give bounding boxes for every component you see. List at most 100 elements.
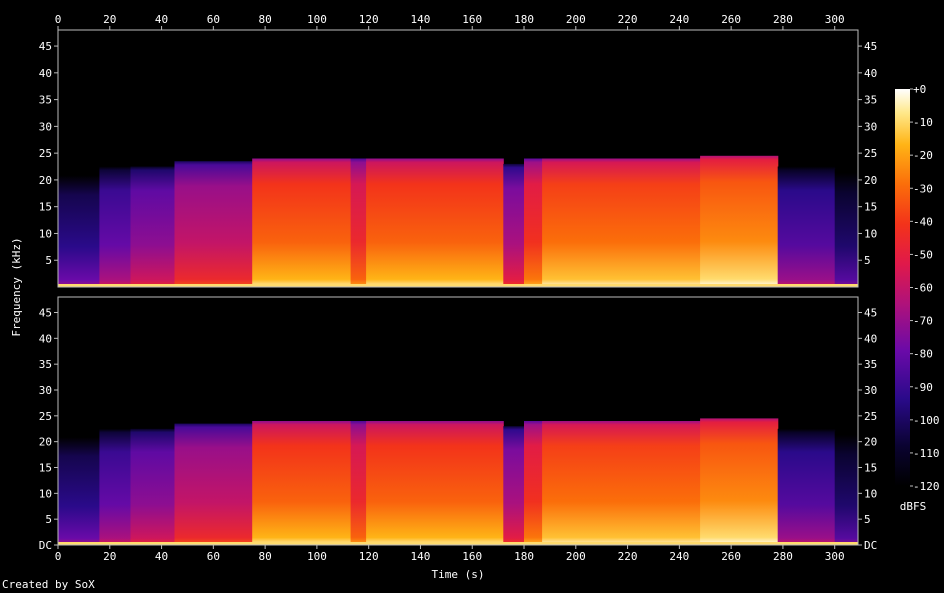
x-axis-label: Time (s) <box>432 568 485 581</box>
colorbar-tick-label: -40 <box>913 215 933 228</box>
x-tick-label: 200 <box>566 13 586 26</box>
y-tick-label: 35 <box>39 94 52 107</box>
y-tick-label: 10 <box>39 227 52 240</box>
y-tick-label: 20 <box>39 174 52 187</box>
channel-2-segment <box>524 421 543 545</box>
x-tick-label: 300 <box>825 13 845 26</box>
channel-1-segment <box>350 158 367 287</box>
y-tick-label: 40 <box>864 67 877 80</box>
y-tick-label: 30 <box>39 384 52 397</box>
x-tick-label: 60 <box>207 13 220 26</box>
x-tick-label: 80 <box>258 550 271 563</box>
y-tick-label: 15 <box>864 462 877 475</box>
x-tick-label: 180 <box>514 550 534 563</box>
x-tick-label: 80 <box>258 13 271 26</box>
colorbar-tick-label: -50 <box>913 248 933 261</box>
created-by-credit: Created by SoX <box>2 578 95 591</box>
y-tick-label: 5 <box>45 513 52 526</box>
x-tick-label: 240 <box>669 550 689 563</box>
x-tick-label: 40 <box>155 550 168 563</box>
x-tick-label: 140 <box>411 13 431 26</box>
channel-1-segment <box>777 166 836 287</box>
x-tick-label: 260 <box>721 550 741 563</box>
channel-2-panel <box>58 297 859 546</box>
x-tick-label: 0 <box>55 550 62 563</box>
channel-2-segment <box>58 433 100 545</box>
channel-1-segment <box>130 166 175 287</box>
x-tick-label: 160 <box>462 550 482 563</box>
y-tick-label: 5 <box>864 513 871 526</box>
x-tick-label: 240 <box>669 13 689 26</box>
x-tick-label: 100 <box>307 550 327 563</box>
x-tick-label: 260 <box>721 13 741 26</box>
channel-1-segment <box>58 171 100 287</box>
channel-1-segment <box>834 169 859 287</box>
channel-2-segment <box>99 428 131 546</box>
x-tick-label: 200 <box>566 550 586 563</box>
y-tick-label: DC <box>864 539 877 552</box>
channel-2-segment <box>503 426 525 545</box>
colorbar-tick-label: -90 <box>913 381 933 394</box>
y-tick-label: 25 <box>39 147 52 160</box>
x-tick-label: 120 <box>359 550 379 563</box>
y-tick-label: 35 <box>39 358 52 371</box>
y-axis-label: Frequency (kHz) <box>10 237 23 336</box>
y-tick-label: 35 <box>864 94 877 107</box>
colorbar-gradient <box>895 89 910 486</box>
colorbar-tick-label: -60 <box>913 282 933 295</box>
colorbar-tick-label: -110 <box>913 447 940 460</box>
colorbar-tick-label: -100 <box>913 414 940 427</box>
colorbar-tick-label: -20 <box>913 149 933 162</box>
y-tick-label: 40 <box>39 67 52 80</box>
y-tick-label: 45 <box>864 307 877 320</box>
colorbar-tick-label: -10 <box>913 116 933 129</box>
spectrogram-panels <box>58 30 859 546</box>
y-tick-label: 20 <box>864 174 877 187</box>
x-tick-label: 280 <box>773 13 793 26</box>
channel-1-segment <box>252 158 352 287</box>
channel-2-segment <box>350 421 367 545</box>
y-tick-label: 10 <box>39 487 52 500</box>
channel-2-segment <box>700 418 779 545</box>
channel-1-segment <box>542 158 701 287</box>
y-tick-label: 25 <box>864 147 877 160</box>
colorbar-tick-label: -30 <box>913 182 933 195</box>
channel-2-segment <box>834 431 859 545</box>
y-tick-label: 15 <box>39 201 52 214</box>
y-tick-label: 40 <box>39 332 52 345</box>
y-tick-label: 30 <box>864 120 877 133</box>
y-tick-label: 20 <box>864 436 877 449</box>
x-tick-label: 280 <box>773 550 793 563</box>
channel-1-segment <box>503 163 525 287</box>
y-tick-label: 5 <box>864 254 871 267</box>
channel-1-panel <box>58 30 859 287</box>
colorbar-tick-label: -80 <box>913 348 933 361</box>
y-tick-label: 35 <box>864 358 877 371</box>
y-tick-label: 40 <box>864 332 877 345</box>
x-tick-label: 220 <box>618 550 638 563</box>
channel-2-segment <box>174 423 253 545</box>
x-tick-label: 40 <box>155 13 168 26</box>
x-tick-label: 300 <box>825 550 845 563</box>
y-tick-label: 10 <box>864 487 877 500</box>
x-tick-label: 160 <box>462 13 482 26</box>
x-tick-label: 20 <box>103 13 116 26</box>
channel-1-segment <box>700 155 779 287</box>
x-tick-label: 220 <box>618 13 638 26</box>
y-tick-label: 25 <box>864 410 877 423</box>
y-tick-label: 30 <box>864 384 877 397</box>
y-tick-label: 45 <box>39 307 52 320</box>
x-tick-label: 180 <box>514 13 534 26</box>
colorbar: +0 -10 -20 -30 -40 -50 -60 -70 -80 -90 -100 -110 -12… <box>895 83 940 513</box>
channel-1-segment <box>366 158 504 287</box>
channel-2-segment <box>366 421 504 545</box>
channel-1-segment <box>174 161 253 287</box>
y-tick-label: DC <box>39 539 52 552</box>
y-tick-label: 15 <box>864 201 877 214</box>
colorbar-label: dBFS <box>900 500 927 513</box>
channel-2-segment <box>252 421 352 545</box>
colorbar-tick-label: -120 <box>913 480 940 493</box>
spectrogram-chart: 5 5 10 10 15 15 20 20 25 25 30 30 35 35 40 40 45 45 DC DC 5 5… <box>10 13 940 581</box>
y-tick-label: 10 <box>864 227 877 240</box>
channel-2-segment <box>130 428 175 546</box>
